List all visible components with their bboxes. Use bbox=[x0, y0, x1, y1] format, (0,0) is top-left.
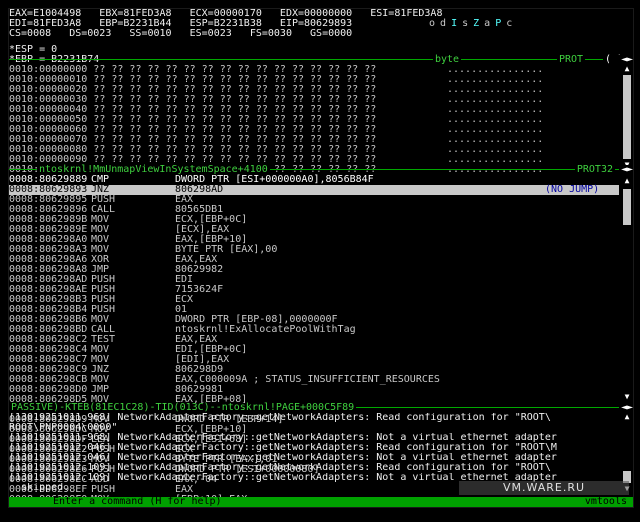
scroll-up-icon[interactable]: ▲ bbox=[623, 177, 631, 185]
log-line: [13019251011.968] NetworkAdapterFactory:… bbox=[9, 413, 551, 423]
memory-dump[interactable]: 0010:00000000 ?? ?? ?? ?? ?? ?? ?? ?? ??… bbox=[9, 65, 619, 175]
log-line: [13019251012.046] NetworkAdapterFactory:… bbox=[9, 453, 557, 463]
watermark-logo: VM.WARE.RU bbox=[459, 481, 629, 495]
log-window-header: PASSIVE)-KTEB(81EC1C28)-TID(013C)--ntosk… bbox=[9, 403, 633, 413]
code-scrollbar[interactable]: ▲ ▼ bbox=[623, 177, 631, 403]
register-panel: EAX=E1004498 EBX=81FED3A8 ECX=00000170 E… bbox=[9, 9, 633, 39]
memory-mode-label: PROT bbox=[557, 54, 586, 65]
log-context-label: PASSIVE)-KTEB(81EC1C28)-TID(013C)--ntosk… bbox=[9, 402, 357, 413]
scroll-up-icon[interactable]: ▲ bbox=[623, 65, 631, 73]
flag-P: P bbox=[495, 18, 502, 29]
scroll-up-icon[interactable]: ▲ bbox=[623, 413, 631, 421]
debugger-screen: EAX=E1004498 EBX=81FED3A8 ECX=00000170 E… bbox=[8, 8, 634, 508]
log-line: [13019251011.968] NetworkAdapterFactory:… bbox=[9, 433, 557, 443]
flag-a: a bbox=[484, 18, 491, 29]
command-help-text: Enter a command (H for help) bbox=[53, 496, 222, 507]
scroll-down-icon[interactable]: ▼ bbox=[623, 393, 631, 401]
log-line: [13019251012.046] NetworkAdapterFactory:… bbox=[9, 443, 557, 453]
memory-scrollbar[interactable]: ▲ ▼ bbox=[623, 65, 631, 169]
watch-esp: *ESP = 0 bbox=[9, 44, 58, 55]
flags-display: odIsZaPc bbox=[429, 19, 517, 29]
flag-d: d bbox=[440, 18, 447, 29]
code-scroll-thumb[interactable] bbox=[623, 189, 631, 225]
command-bar[interactable]: : Enter a command (H for help) vmtools bbox=[9, 497, 633, 507]
memory-scroll-thumb[interactable] bbox=[623, 75, 631, 159]
memory-scroll-arrows-icon[interactable]: ◄► bbox=[609, 55, 633, 65]
code-scroll-arrows-icon[interactable]: ◄► bbox=[619, 165, 633, 175]
register-row-3: CS=0008 DS=0023 SS=0010 ES=0023 FS=0030 … bbox=[9, 28, 353, 39]
branch-status-note: (NO JUMP) bbox=[545, 184, 600, 195]
log-line: [13019251012.109] NetworkAdapterFactory:… bbox=[9, 463, 551, 473]
flag-c: c bbox=[506, 18, 513, 29]
command-tag: vmtools bbox=[584, 496, 627, 507]
flag-s: s bbox=[462, 18, 469, 29]
code-mode-label: PROT32 bbox=[574, 164, 615, 175]
log-line: ROOT\PNP0004\0000" bbox=[9, 423, 118, 433]
command-prompt[interactable]: : bbox=[33, 506, 39, 508]
flag-o: o bbox=[429, 18, 436, 29]
flag-Z: Z bbox=[473, 18, 480, 29]
flag-I: I bbox=[451, 18, 458, 29]
